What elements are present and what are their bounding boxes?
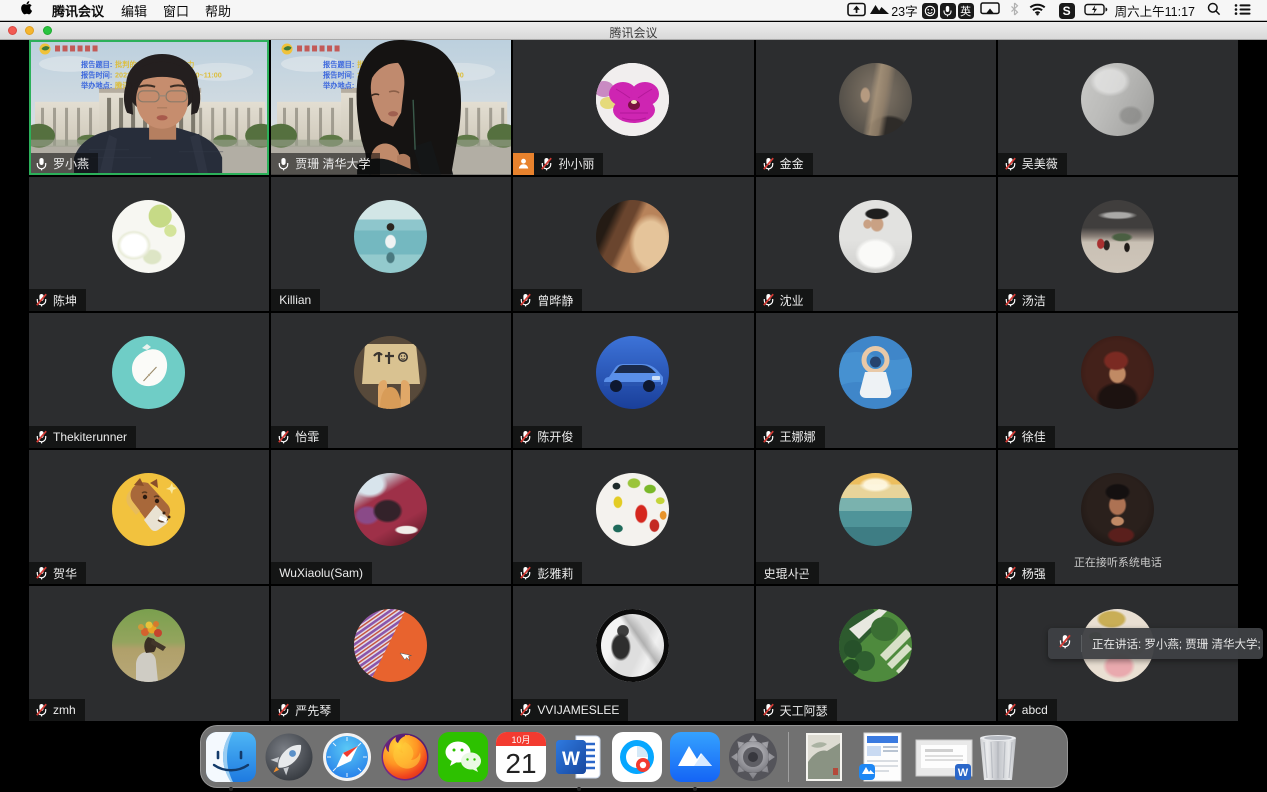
svg-text:报告题目:: 报告题目:	[323, 60, 354, 69]
svg-text:10月: 10月	[511, 735, 530, 745]
svg-text:报告时间:: 报告时间:	[323, 70, 354, 79]
svg-text:举办地点:: 举办地点:	[322, 81, 354, 90]
svg-text:W: W	[562, 749, 580, 770]
svg-text:W: W	[958, 767, 969, 779]
svg-text:21: 21	[505, 748, 536, 779]
